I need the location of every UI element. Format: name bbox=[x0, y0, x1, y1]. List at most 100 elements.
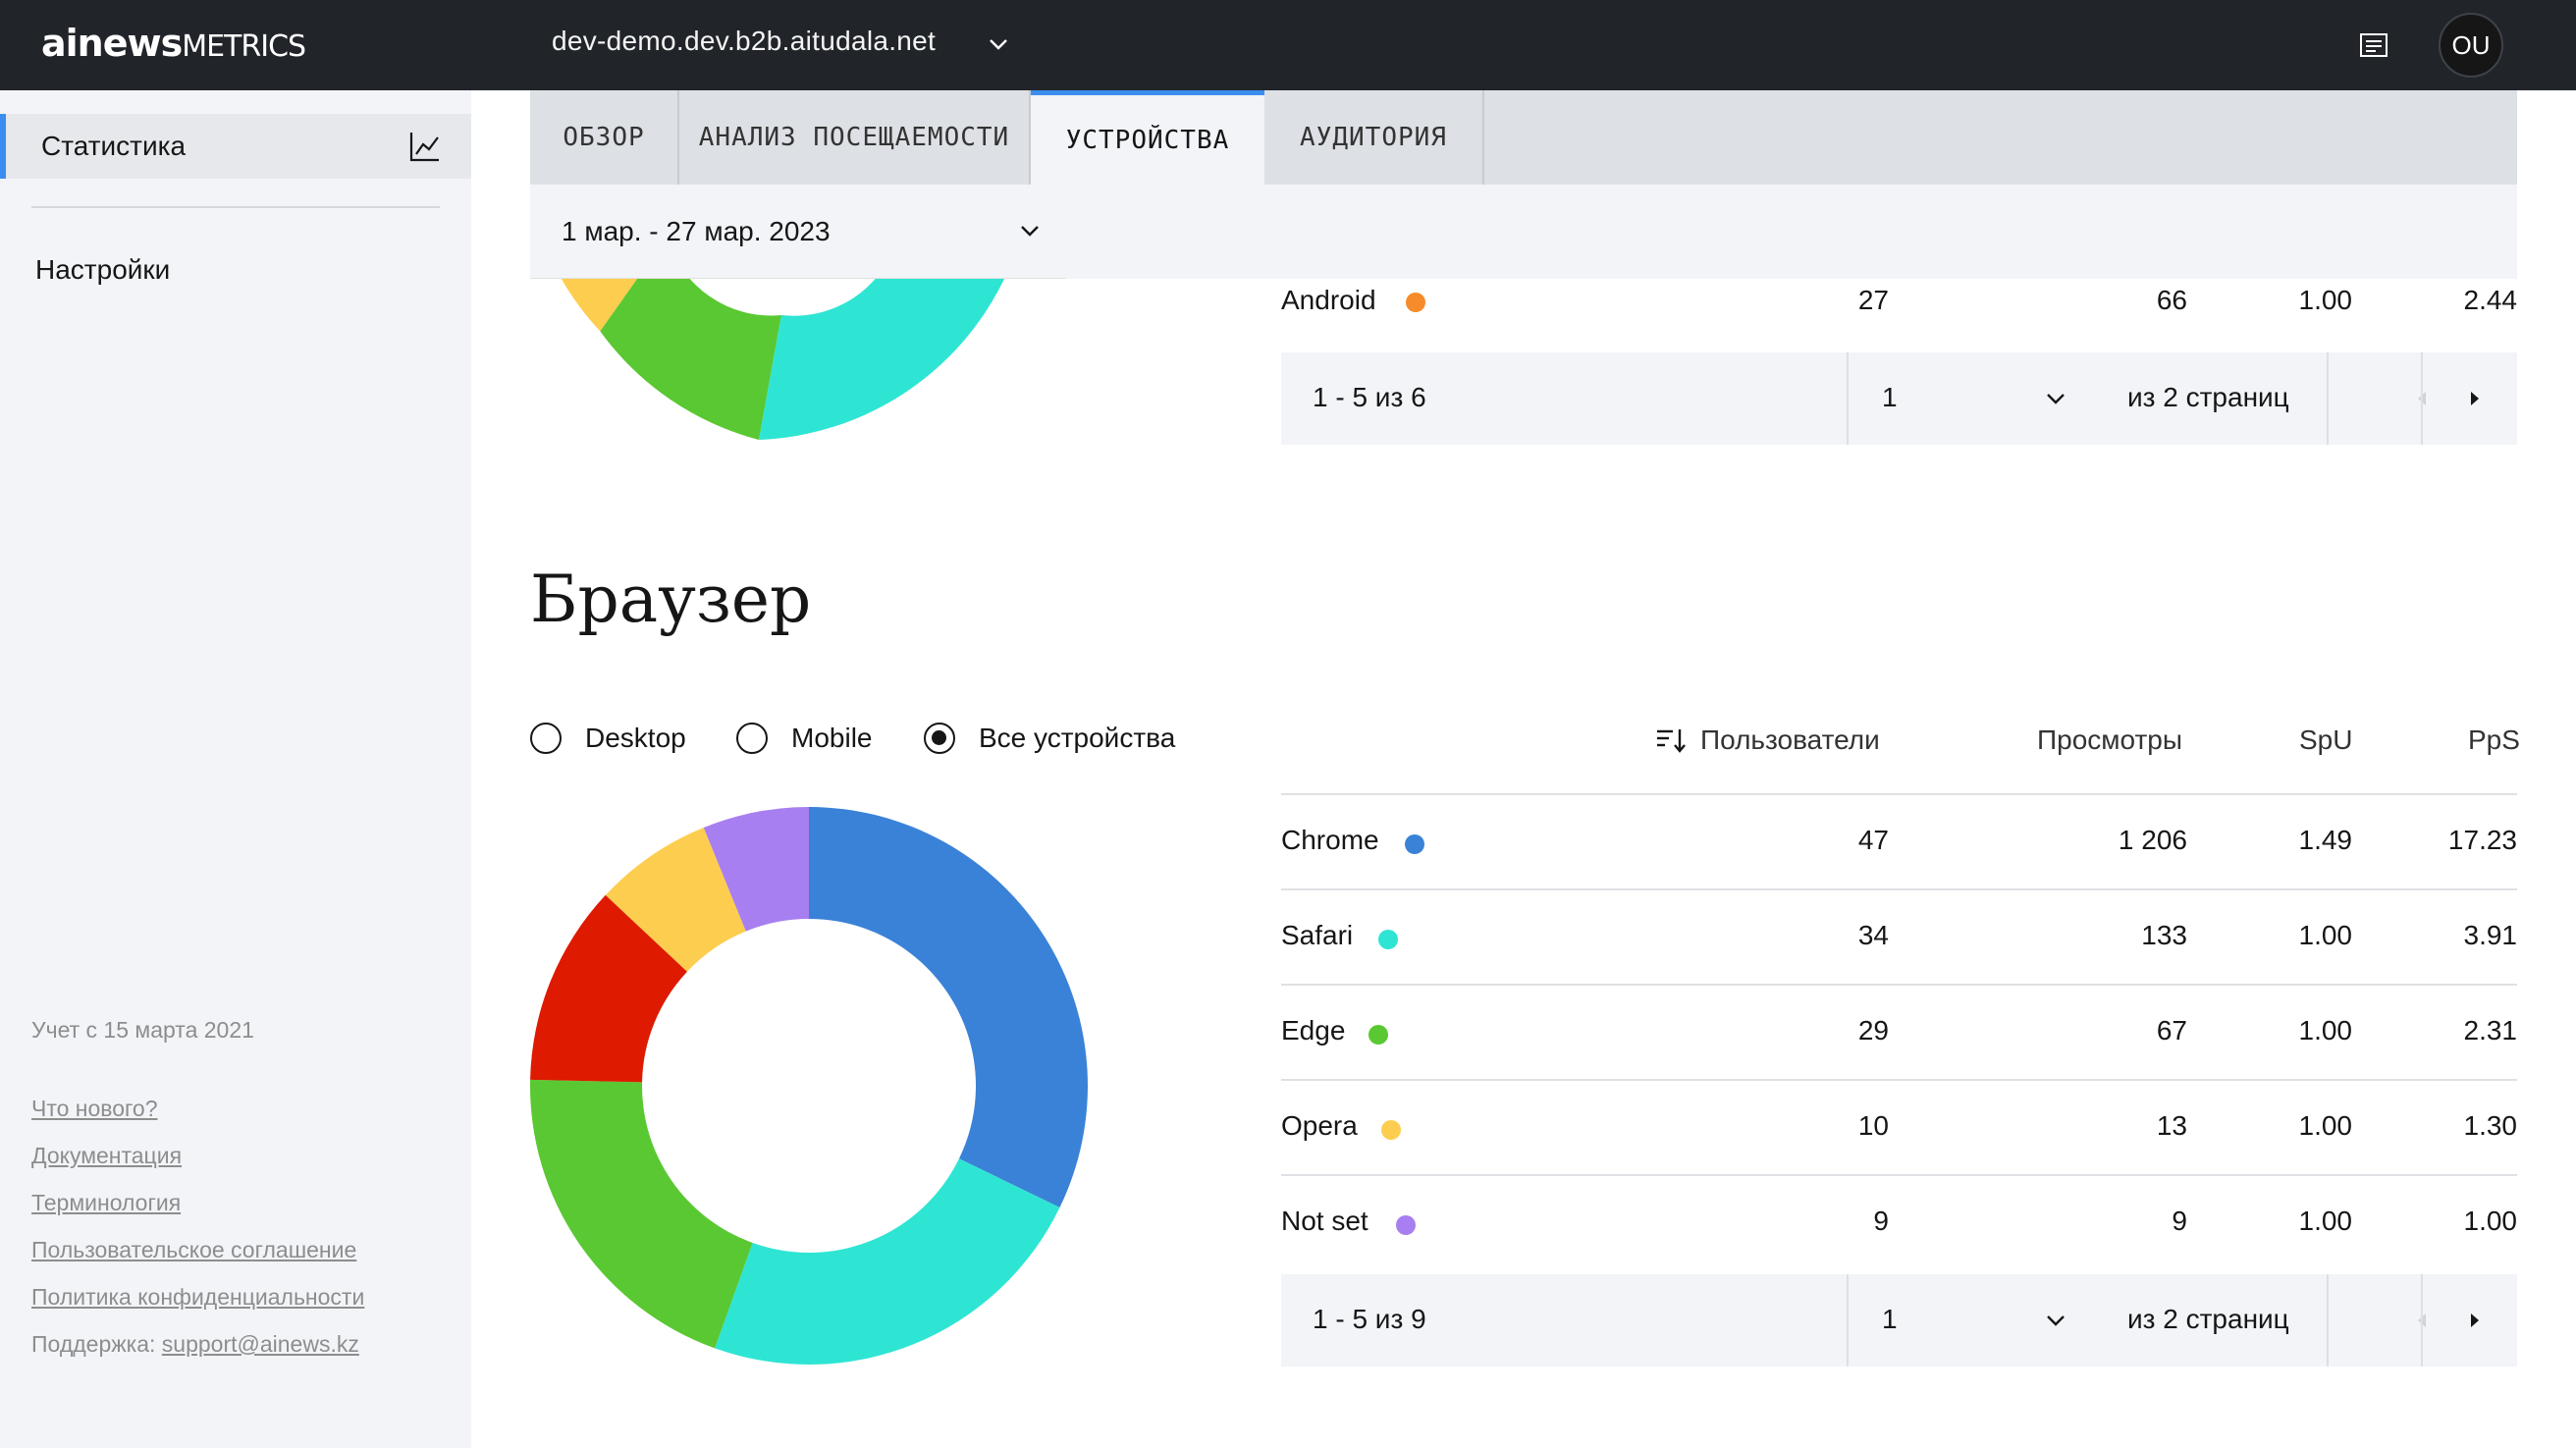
tab-bar: ОБЗОР АНАЛИЗ ПОСЕЩАЕМОСТИ УСТРОЙСТВА АУД… bbox=[530, 90, 2517, 185]
row-name: Opera bbox=[1281, 1110, 1358, 1141]
cell-pps: 2.31 bbox=[2463, 1015, 2518, 1046]
os-donut-chart bbox=[561, 279, 1004, 440]
column-header-users[interactable]: Пользователи bbox=[1655, 724, 1880, 756]
filter-mobile[interactable]: Mobile bbox=[736, 723, 872, 754]
date-range-select[interactable]: 1 мар. - 27 мар. 2023 bbox=[530, 185, 1066, 279]
row-name: Chrome bbox=[1281, 825, 1379, 855]
column-header-spu[interactable]: SpU bbox=[2299, 724, 2352, 756]
cell-views: 13 bbox=[2156, 1110, 2187, 1141]
donut-segment[interactable] bbox=[600, 279, 781, 440]
tab-audience[interactable]: АУДИТОРИЯ bbox=[1264, 90, 1484, 185]
pager-total-pages: из 2 страниц bbox=[2127, 382, 2289, 412]
chevron-down-icon[interactable] bbox=[986, 31, 1011, 57]
radio-label: Desktop bbox=[585, 723, 686, 753]
legend-dot bbox=[1396, 1215, 1416, 1235]
date-range-value: 1 мар. - 27 мар. 2023 bbox=[562, 215, 831, 246]
page-select[interactable]: 1 bbox=[1882, 382, 1898, 413]
pager-separator bbox=[1847, 1274, 1849, 1367]
cell-pps: 1.30 bbox=[2463, 1110, 2518, 1141]
row-name: Safari bbox=[1281, 920, 1354, 950]
prev-page-icon[interactable] bbox=[2410, 1308, 2436, 1333]
cell-views: 1 206 bbox=[2118, 825, 2187, 855]
link-user-agreement[interactable]: Пользовательское соглашение bbox=[31, 1237, 356, 1263]
sidebar-divider bbox=[31, 206, 440, 208]
link-documentation[interactable]: Документация bbox=[31, 1143, 182, 1169]
chevron-down-icon[interactable] bbox=[2043, 1308, 2068, 1333]
filter-all-devices[interactable]: Все устройства bbox=[924, 723, 1175, 754]
sidebar-item-settings[interactable]: Настройки bbox=[0, 238, 471, 302]
table-row[interactable]: Opera 10 13 1.00 1.30 bbox=[1281, 1081, 2517, 1176]
column-header-pps[interactable]: PpS bbox=[2468, 724, 2520, 756]
next-page-icon[interactable] bbox=[2461, 386, 2487, 411]
support-line: Поддержка: support@ainews.kz bbox=[31, 1331, 359, 1358]
link-terminology[interactable]: Терминология bbox=[31, 1190, 181, 1216]
tab-overview[interactable]: ОБЗОР bbox=[530, 90, 679, 185]
pager-separator bbox=[2421, 352, 2423, 445]
next-page-icon[interactable] bbox=[2461, 1308, 2487, 1333]
sidebar-item-statistics[interactable]: Статистика bbox=[0, 114, 471, 179]
legend-dot bbox=[1381, 1120, 1401, 1140]
app-logo[interactable]: ainews METRICS bbox=[41, 22, 306, 69]
pager-total-pages: из 2 страниц bbox=[2127, 1304, 2289, 1334]
pager-separator bbox=[1847, 352, 1849, 445]
cell-users: 47 bbox=[1857, 825, 1889, 855]
link-privacy-policy[interactable]: Политика конфиденциальности bbox=[31, 1284, 364, 1311]
pager-separator bbox=[2327, 1274, 2329, 1367]
pager-range: 1 - 5 из 9 bbox=[1313, 1304, 1426, 1334]
radio-label: Все устройства bbox=[979, 723, 1176, 753]
table-row[interactable]: Safari 34 133 1.00 3.91 bbox=[1281, 890, 2517, 986]
link-whats-new[interactable]: Что нового? bbox=[31, 1096, 158, 1122]
pager-separator bbox=[2421, 1274, 2423, 1367]
chart-icon bbox=[409, 133, 439, 162]
cell-spu: 1.00 bbox=[2298, 1206, 2353, 1236]
sidebar-item-label: Статистика bbox=[41, 131, 187, 161]
table-row: Android 27 66 1.00 2.44 bbox=[1281, 255, 2517, 350]
table-row[interactable]: Chrome 47 1 206 1.49 17.23 bbox=[1281, 795, 2517, 890]
chevron-down-icon[interactable] bbox=[2043, 386, 2068, 411]
cell-users: 10 bbox=[1857, 1110, 1889, 1141]
cell-users: 29 bbox=[1857, 1015, 1889, 1046]
tab-traffic-analysis[interactable]: АНАЛИЗ ПОСЕЩАЕМОСТИ bbox=[679, 90, 1031, 185]
cell-pps: 1.00 bbox=[2463, 1206, 2518, 1236]
cell-views: 67 bbox=[2156, 1015, 2187, 1046]
donut-segment[interactable] bbox=[759, 279, 1004, 440]
sort-icon bbox=[1657, 729, 1686, 753]
row-name: Not set bbox=[1281, 1206, 1368, 1236]
filter-desktop[interactable]: Desktop bbox=[530, 723, 686, 754]
account-since: Учет с 15 марта 2021 bbox=[31, 1017, 254, 1043]
radio-label: Mobile bbox=[791, 723, 873, 753]
top-bar: ainews METRICS dev-demo.dev.b2b.aitudala.… bbox=[0, 0, 2576, 90]
pager-range: 1 - 5 из 6 bbox=[1313, 382, 1426, 412]
support-label: Поддержка: bbox=[31, 1331, 156, 1357]
cell-spu: 1.00 bbox=[2298, 1110, 2353, 1141]
cell-pps: 2.44 bbox=[2463, 285, 2518, 315]
cell-pps: 3.91 bbox=[2463, 920, 2518, 950]
cell-views: 66 bbox=[2156, 285, 2187, 315]
support-email-link[interactable]: support@ainews.kz bbox=[162, 1331, 359, 1357]
radio-circle bbox=[924, 723, 955, 754]
table-row[interactable]: Not set 9 9 1.00 1.00 bbox=[1281, 1176, 2517, 1271]
cell-spu: 1.00 bbox=[2298, 1015, 2353, 1046]
row-name: Android bbox=[1281, 285, 1376, 315]
cell-users: 9 bbox=[1873, 1206, 1889, 1236]
page-select[interactable]: 1 bbox=[1882, 1304, 1898, 1335]
prev-page-icon[interactable] bbox=[2410, 386, 2436, 411]
cell-users: 34 bbox=[1857, 920, 1889, 950]
tab-devices[interactable]: УСТРОЙСТВА bbox=[1031, 90, 1264, 185]
browser-table-pager: 1 - 5 из 9 1 из 2 страниц bbox=[1281, 1274, 2517, 1367]
cell-spu: 1.00 bbox=[2298, 285, 2353, 315]
user-avatar[interactable]: OU bbox=[2439, 13, 2503, 78]
section-title-browser: Браузер bbox=[530, 562, 812, 637]
column-header-views[interactable]: Просмотры bbox=[2037, 724, 2182, 756]
cell-users: 27 bbox=[1857, 285, 1889, 315]
sidebar: Статистика Настройки Учет с 15 марта 202… bbox=[0, 90, 471, 1448]
donut-segment-edge[interactable] bbox=[530, 1079, 753, 1349]
radio-circle bbox=[530, 723, 562, 754]
browser-donut-chart bbox=[530, 807, 1088, 1365]
donut-segment-chrome[interactable] bbox=[809, 807, 1088, 1208]
domain-selector[interactable]: dev-demo.dev.b2b.aitudala.net bbox=[552, 26, 936, 57]
notifications-icon[interactable] bbox=[2358, 29, 2389, 61]
table-row[interactable]: Edge 29 67 1.00 2.31 bbox=[1281, 986, 2517, 1081]
sidebar-item-label: Настройки bbox=[35, 254, 171, 285]
donut-segment-safari[interactable] bbox=[715, 1158, 1060, 1365]
